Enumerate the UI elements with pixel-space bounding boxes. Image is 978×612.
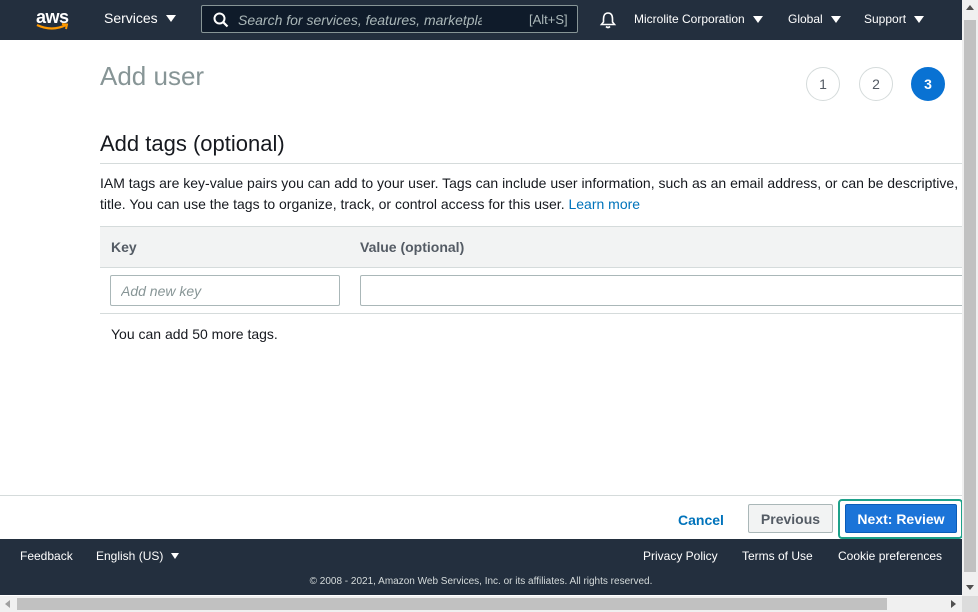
vertical-scrollbar-thumb[interactable] <box>964 20 976 572</box>
language-selector[interactable]: English (US) <box>96 549 180 563</box>
tag-key-input[interactable] <box>110 275 340 306</box>
copyright-text: © 2008 - 2021, Amazon Web Services, Inc.… <box>309 576 653 587</box>
learn-more-link[interactable]: Learn more <box>568 196 640 212</box>
account-menu[interactable]: Microlite Corporation <box>634 12 763 26</box>
section-title: Add tags (optional) <box>100 131 285 156</box>
page-title: Add user <box>100 61 205 91</box>
privacy-policy-link[interactable]: Privacy Policy <box>643 549 718 563</box>
previous-button[interactable]: Previous <box>748 504 833 533</box>
region-label: Global <box>788 12 823 26</box>
support-label: Support <box>864 12 907 26</box>
column-header-key: Key <box>111 239 137 255</box>
feedback-link[interactable]: Feedback <box>20 549 73 563</box>
wizard-step-1[interactable]: 1 <box>806 67 840 101</box>
description-line-2: title. You can use the tags to organize,… <box>100 196 565 212</box>
account-label: Microlite Corporation <box>634 12 745 26</box>
caret-down-icon <box>165 14 176 22</box>
divider <box>100 313 962 314</box>
tag-value-input[interactable] <box>360 275 970 306</box>
scroll-up-arrow-icon[interactable] <box>966 5 974 10</box>
caret-down-icon <box>171 553 180 559</box>
caret-down-icon <box>830 15 841 23</box>
scroll-left-arrow-icon[interactable] <box>5 600 10 608</box>
top-navigation: aws Services [Alt+S] Microlite Corporati… <box>0 0 962 40</box>
search-box[interactable]: [Alt+S] <box>201 5 578 33</box>
footer: Feedback English (US) Privacy Policy Ter… <box>0 539 962 595</box>
divider <box>100 163 962 164</box>
language-label: English (US) <box>96 549 164 563</box>
column-header-value: Value (optional) <box>360 239 465 255</box>
search-input[interactable] <box>236 9 484 31</box>
services-menu[interactable]: Services <box>104 10 176 26</box>
next-review-button[interactable]: Next: Review <box>845 504 957 533</box>
scrollbar-corner <box>962 596 978 612</box>
terms-of-use-link[interactable]: Terms of Use <box>742 549 813 563</box>
scroll-right-arrow-icon[interactable] <box>951 600 956 608</box>
support-menu[interactable]: Support <box>864 12 925 26</box>
cancel-button[interactable]: Cancel <box>666 510 736 530</box>
tags-table-header: Key Value (optional) <box>100 226 962 268</box>
caret-down-icon <box>752 15 763 23</box>
horizontal-scrollbar-thumb[interactable] <box>17 598 887 610</box>
caret-down-icon <box>914 15 925 23</box>
aws-logo[interactable]: aws <box>36 7 70 33</box>
region-menu[interactable]: Global <box>788 12 841 26</box>
search-shortcut-hint: [Alt+S] <box>529 12 568 27</box>
wizard-step-3[interactable]: 3 <box>911 67 945 101</box>
scroll-down-arrow-icon[interactable] <box>966 585 974 590</box>
aws-smile-icon <box>36 23 69 30</box>
cookie-preferences-link[interactable]: Cookie preferences <box>838 549 942 563</box>
section-description: IAM tags are key-value pairs you can add… <box>100 173 962 215</box>
notifications-bell-icon[interactable] <box>599 11 617 29</box>
wizard-step-2[interactable]: 2 <box>859 67 893 101</box>
services-label: Services <box>104 10 158 26</box>
search-icon <box>213 12 229 28</box>
tags-remaining-text: You can add 50 more tags. <box>111 326 278 342</box>
description-line-1: IAM tags are key-value pairs you can add… <box>100 175 962 191</box>
